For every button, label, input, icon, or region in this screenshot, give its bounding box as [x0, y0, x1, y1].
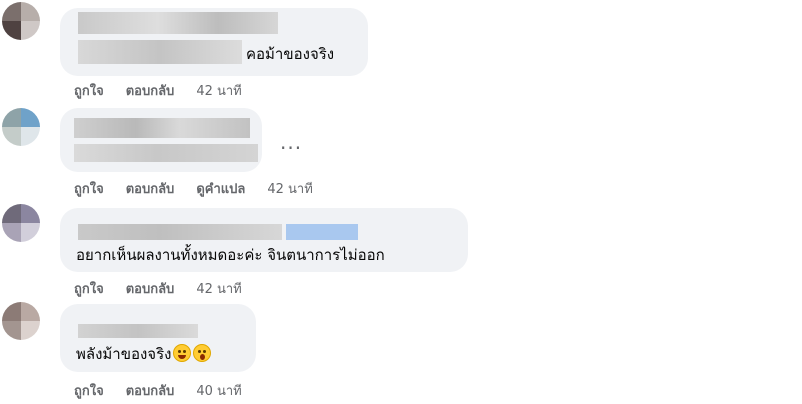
comment-3: อยากเห็นผลงานทั้งหมดอะค่ะ จินตนาการไม่ออ…	[0, 200, 802, 297]
more-options-icon[interactable]: ...	[280, 130, 302, 154]
timestamp[interactable]: 40 นาที	[196, 384, 241, 399]
like-link[interactable]: ถูกใจ	[74, 182, 104, 197]
reply-link[interactable]: ตอบกลับ	[126, 384, 175, 399]
shocked-emoji	[193, 344, 212, 362]
comment-actions: ถูกใจ ตอบกลับ ดูคำแปล 42 นาที	[74, 182, 313, 198]
comment-bubble: คอม้าของจริง	[60, 8, 368, 76]
timestamp[interactable]: 42 นาที	[196, 282, 241, 297]
comment-2: ... ถูกใจ ตอบกลับ ดูคำแปล 42 นาที	[0, 104, 802, 200]
blurred-text	[74, 144, 258, 162]
blurred-link[interactable]	[286, 224, 358, 240]
comment-text: พลังม้าของจริง	[76, 344, 212, 364]
comment-text-content: พลังม้าของจริง	[76, 345, 172, 363]
reply-link[interactable]: ตอบกลับ	[126, 282, 175, 297]
timestamp[interactable]: 42 นาที	[196, 84, 241, 99]
comment-bubble: พลังม้าของจริง	[60, 304, 256, 372]
commenter-name-blurred[interactable]	[74, 118, 250, 138]
like-link[interactable]: ถูกใจ	[74, 84, 104, 99]
comment-actions: ถูกใจ ตอบกลับ 40 นาที	[74, 384, 242, 400]
reply-link[interactable]: ตอบกลับ	[126, 84, 175, 99]
comment-bubble	[60, 108, 262, 172]
avatar[interactable]	[2, 108, 40, 146]
reply-link[interactable]: ตอบกลับ	[126, 182, 175, 197]
timestamp[interactable]: 42 นาที	[267, 182, 312, 197]
comment-bubble: อยากเห็นผลงานทั้งหมดอะค่ะ จินตนาการไม่ออ…	[60, 208, 468, 272]
comment-4: พลังม้าของจริง ถูกใจ ตอบกลับ 40 นาที	[0, 296, 802, 404]
commenter-name-blurred[interactable]	[78, 224, 282, 240]
like-link[interactable]: ถูกใจ	[74, 384, 104, 399]
avatar[interactable]	[2, 302, 40, 340]
comment-actions: ถูกใจ ตอบกลับ 42 นาที	[74, 84, 242, 100]
avatar[interactable]	[2, 2, 40, 40]
comment-1: คอม้าของจริง ถูกใจ ตอบกลับ 42 นาที	[0, 0, 802, 104]
commenter-name-blurred[interactable]	[78, 12, 278, 34]
rofl-emoji	[173, 344, 192, 362]
like-link[interactable]: ถูกใจ	[74, 282, 104, 297]
comment-text: คอม้าของจริง	[246, 45, 335, 63]
blurred-text	[78, 40, 242, 64]
see-translation-link[interactable]: ดูคำแปล	[196, 182, 245, 197]
comment-text: อยากเห็นผลงานทั้งหมดอะค่ะ จินตนาการไม่ออ…	[76, 246, 385, 264]
avatar[interactable]	[2, 204, 40, 242]
commenter-name-blurred[interactable]	[78, 324, 198, 338]
